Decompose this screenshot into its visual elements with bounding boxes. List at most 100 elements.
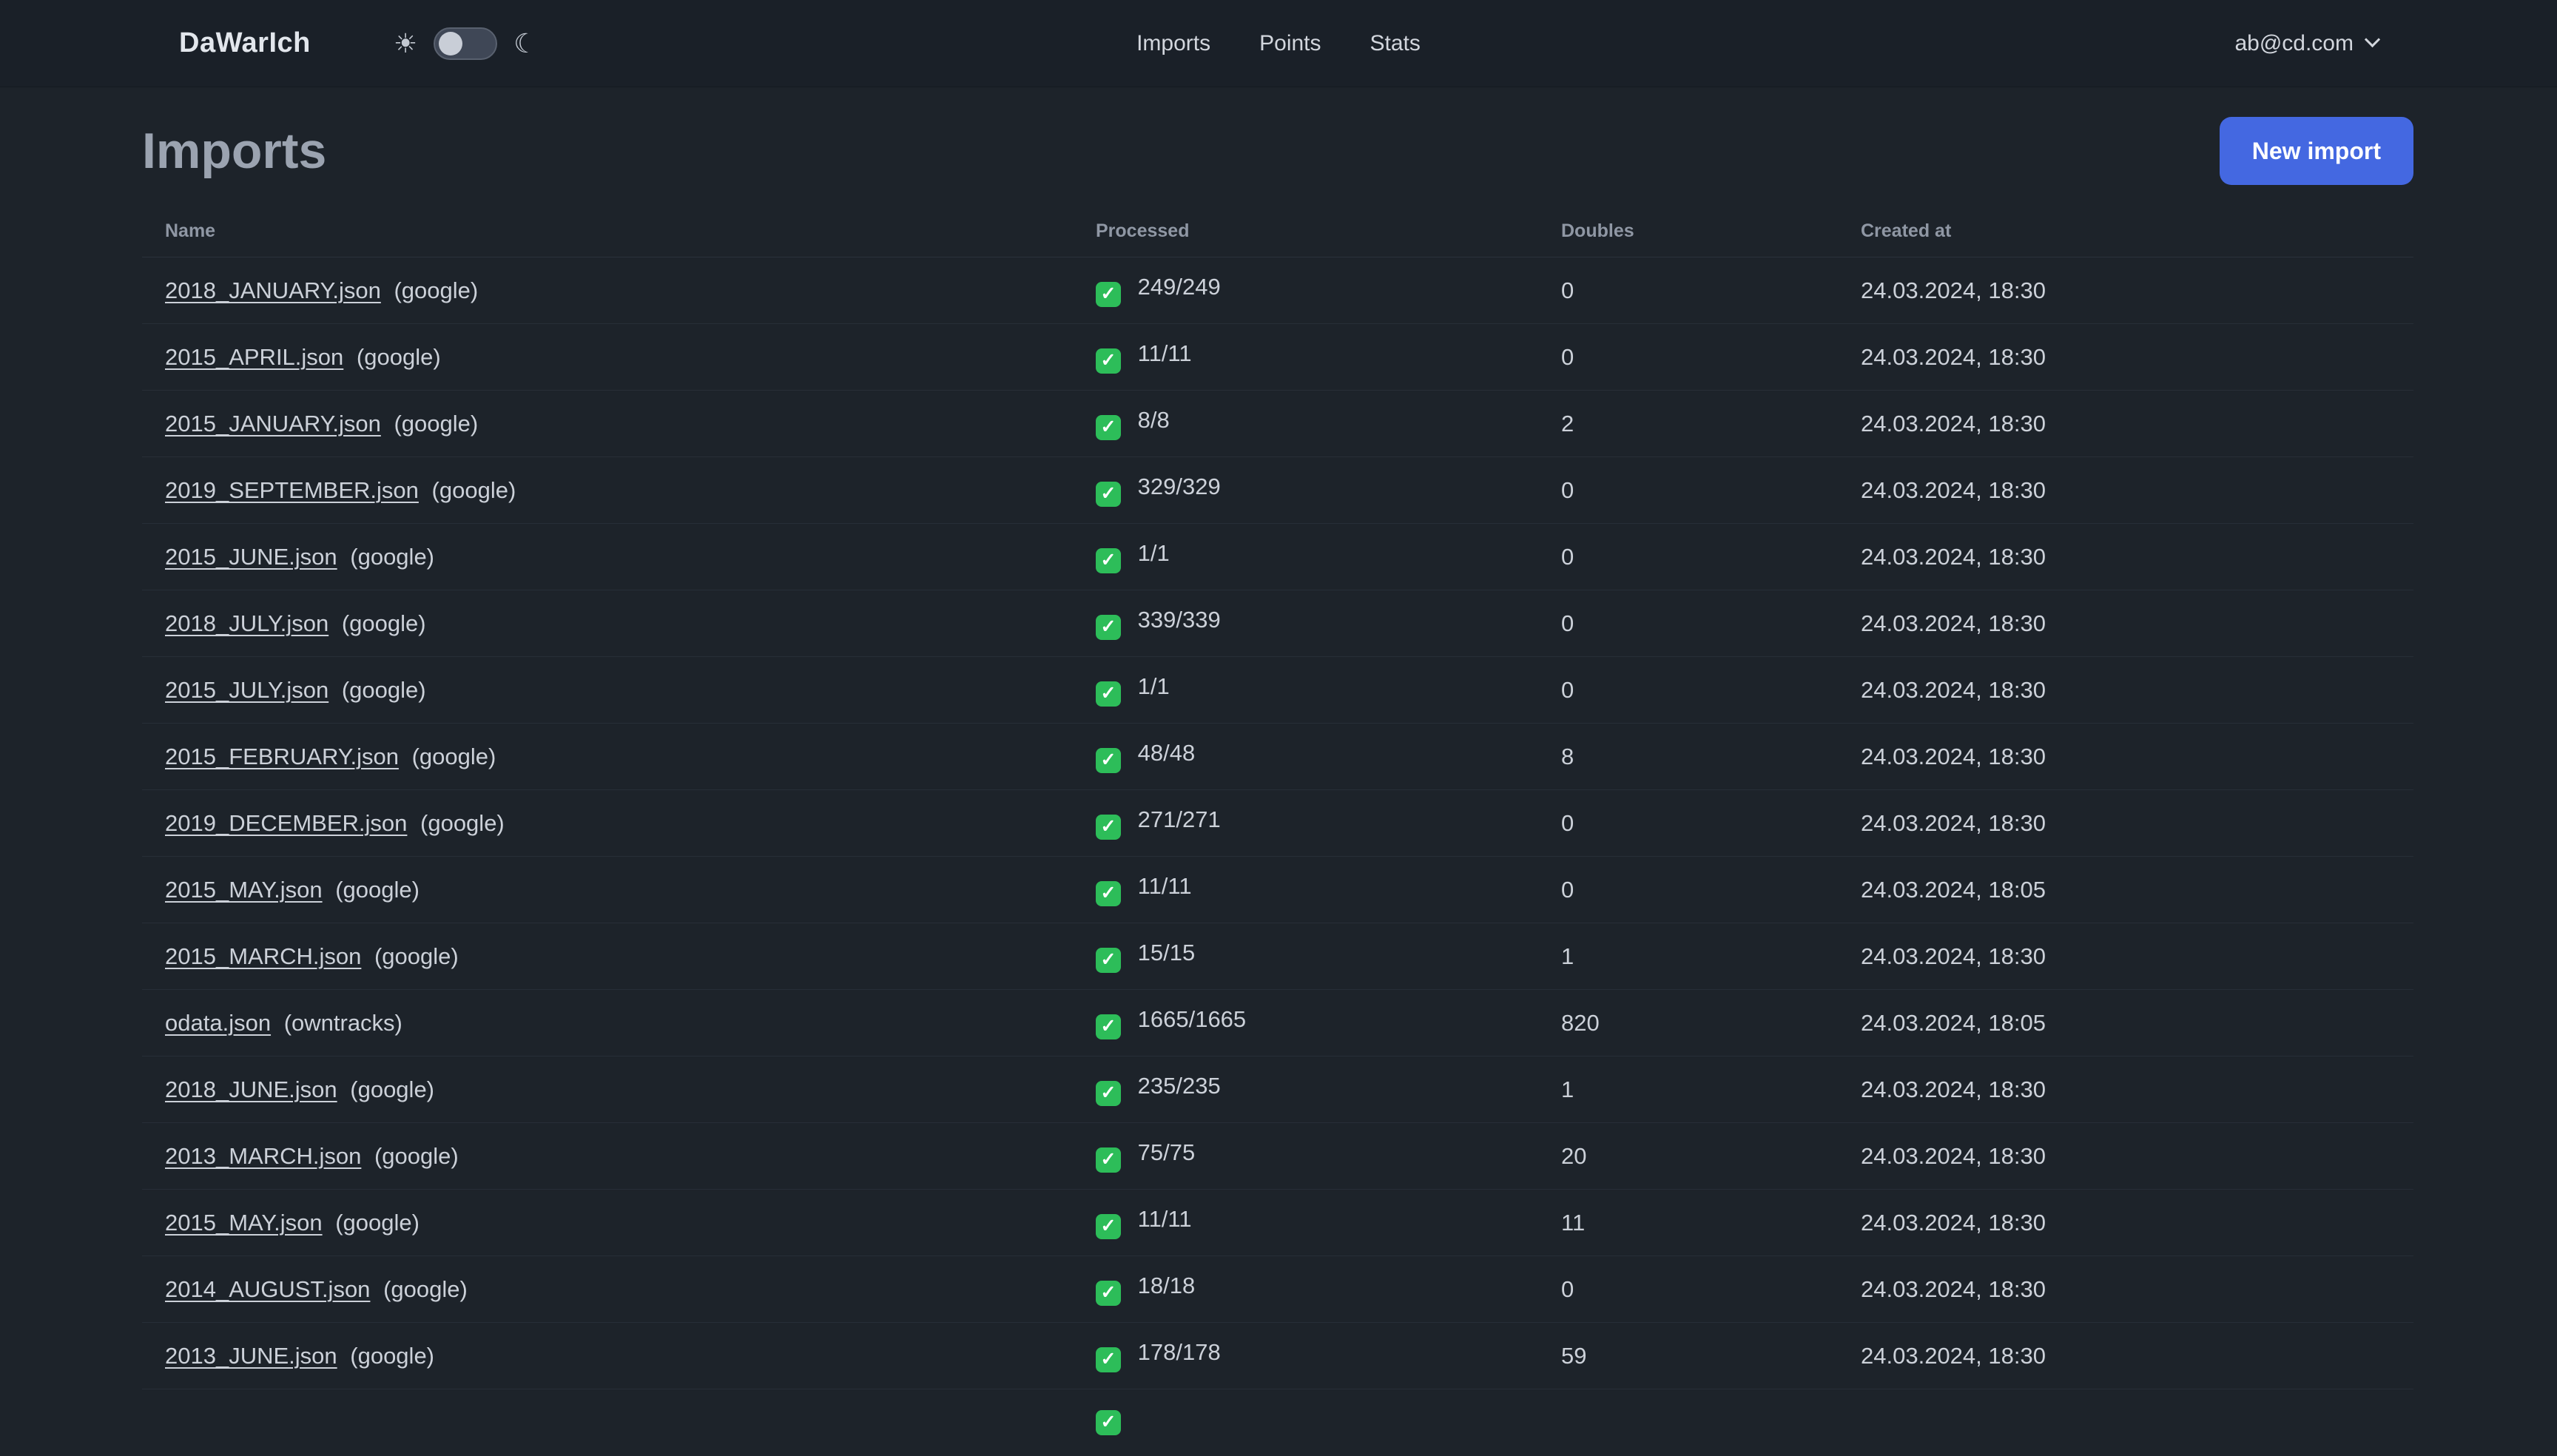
name-cell: 2015_JUNE.json (google) [142, 523, 1073, 590]
processed-count: 18/18 [1137, 1273, 1196, 1299]
doubles-cell: 1 [1538, 923, 1838, 990]
imports-table-overflow: ✓ [142, 1389, 2413, 1456]
processed-cell: ✓ 249/249 [1073, 257, 1538, 324]
processed-count: 339/339 [1137, 607, 1221, 633]
table-row: 2018_JANUARY.json (google) ✓ 249/249 0 2… [142, 257, 2413, 324]
main-nav-links: Imports Points Stats [1136, 31, 1421, 56]
import-file-link[interactable]: 2015_MARCH.json [165, 943, 361, 969]
processed-count: 15/15 [1137, 940, 1196, 966]
created-cell: 24.03.2024, 18:30 [1838, 590, 2413, 657]
table-row: 2015_APRIL.json (google) ✓ 11/11 0 24.03… [142, 323, 2413, 391]
theme-switcher: ☀ ☾ [394, 27, 537, 60]
created-cell: 24.03.2024, 18:05 [1838, 989, 2413, 1056]
header-processed: Processed [1073, 204, 1538, 257]
table-row: 2015_JUNE.json (google) ✓ 1/1 0 24.03.20… [142, 523, 2413, 590]
import-source: (google) [383, 1275, 468, 1302]
doubles-cell: 20 [1538, 1122, 1838, 1190]
created-cell: 24.03.2024, 18:30 [1838, 923, 2413, 990]
check-icon: ✓ [1096, 348, 1121, 374]
import-source: (owntracks) [283, 1009, 402, 1036]
processed-count: 48/48 [1137, 740, 1196, 766]
nav-link-points[interactable]: Points [1259, 31, 1321, 56]
table-row: 2015_FEBRUARY.json (google) ✓ 48/48 8 24… [142, 723, 2413, 790]
import-file-link[interactable]: 2014_AUGUST.json [165, 1276, 370, 1302]
created-cell: 24.03.2024, 18:30 [1838, 1322, 2413, 1389]
created-cell: 24.03.2024, 18:30 [1838, 656, 2413, 724]
created-cell: 24.03.2024, 18:30 [1838, 789, 2413, 857]
check-icon: ✓ [1096, 1147, 1121, 1173]
import-file-link[interactable]: 2013_MARCH.json [165, 1143, 361, 1169]
processed-count: 1665/1665 [1137, 1006, 1247, 1033]
doubles-cell: 0 [1538, 523, 1838, 590]
import-file-link[interactable]: 2019_SEPTEMBER.json [165, 477, 419, 503]
table-row: 2015_MAY.json (google) ✓ 11/11 11 24.03.… [142, 1189, 2413, 1256]
created-cell: 24.03.2024, 18:30 [1838, 1256, 2413, 1323]
check-icon: ✓ [1096, 1347, 1121, 1372]
doubles-cell: 0 [1538, 789, 1838, 857]
name-cell: 2015_APRIL.json (google) [142, 323, 1073, 391]
import-source: (google) [335, 1209, 420, 1236]
import-file-link[interactable]: 2018_JANUARY.json [165, 277, 381, 303]
nav-link-stats[interactable]: Stats [1370, 31, 1421, 56]
partial-next-row: ✓ [142, 1389, 2413, 1456]
processed-cell: ✓ 178/178 [1073, 1322, 1538, 1389]
import-file-link[interactable]: 2015_JANUARY.json [165, 411, 381, 437]
doubles-cell: 0 [1538, 456, 1838, 524]
created-cell: 24.03.2024, 18:30 [1838, 723, 2413, 790]
processed-count: 249/249 [1137, 274, 1221, 300]
import-file-link[interactable]: 2019_DECEMBER.json [165, 810, 407, 836]
check-icon: ✓ [1096, 947, 1121, 973]
import-file-link[interactable]: 2013_JUNE.json [165, 1343, 337, 1369]
import-file-link[interactable]: 2015_MAY.json [165, 1210, 323, 1236]
created-cell: 24.03.2024, 18:30 [1838, 257, 2413, 324]
theme-toggle-knob [439, 31, 463, 55]
processed-cell: ✓ 1665/1665 [1073, 989, 1538, 1056]
table-row: 2019_SEPTEMBER.json (google) ✓ 329/329 0… [142, 456, 2413, 524]
processed-count: 75/75 [1137, 1139, 1196, 1166]
import-source: (google) [350, 543, 435, 570]
import-source: (google) [335, 876, 420, 903]
table-row: 2018_JULY.json (google) ✓ 339/339 0 24.0… [142, 590, 2413, 657]
app-logo[interactable]: DaWarIch [179, 27, 311, 59]
processed-cell: ✓ 11/11 [1073, 1189, 1538, 1256]
processed-count: 1/1 [1137, 673, 1170, 700]
new-import-button[interactable]: New import [2219, 117, 2413, 185]
check-icon: ✓ [1096, 1014, 1121, 1039]
doubles-cell: 11 [1538, 1189, 1838, 1256]
processed-cell: ✓ 75/75 [1073, 1122, 1538, 1190]
name-cell: 2015_MAY.json (google) [142, 1189, 1073, 1256]
doubles-cell: 0 [1538, 590, 1838, 657]
table-row: odata.json (owntracks) ✓ 1665/1665 820 2… [142, 989, 2413, 1056]
name-cell: 2013_JUNE.json (google) [142, 1322, 1073, 1389]
import-file-link[interactable]: 2015_APRIL.json [165, 344, 343, 370]
import-file-link[interactable]: 2015_MAY.json [165, 877, 323, 903]
created-cell: 24.03.2024, 18:30 [1838, 323, 2413, 391]
table-row: 2018_JUNE.json (google) ✓ 235/235 1 24.0… [142, 1056, 2413, 1123]
theme-toggle[interactable] [434, 27, 498, 60]
processed-cell: ✓ 1/1 [1073, 656, 1538, 724]
import-file-link[interactable]: 2018_JUNE.json [165, 1076, 337, 1102]
header-name: Name [142, 204, 1073, 257]
processed-cell: ✓ 329/329 [1073, 456, 1538, 524]
import-file-link[interactable]: 2015_JUNE.json [165, 544, 337, 570]
account-menu[interactable]: ab@cd.com [2234, 31, 2381, 56]
name-cell: 2018_JUNE.json (google) [142, 1056, 1073, 1123]
check-icon: ✓ [1096, 281, 1121, 307]
check-icon: ✓ [1096, 1280, 1121, 1306]
created-cell: 24.03.2024, 18:30 [1838, 1056, 2413, 1123]
page-title: Imports [142, 123, 327, 179]
import-file-link[interactable]: odata.json [165, 1010, 271, 1036]
import-file-link[interactable]: 2015_JULY.json [165, 677, 329, 703]
import-source: (google) [411, 743, 496, 769]
name-cell: odata.json (owntracks) [142, 989, 1073, 1056]
doubles-cell: 8 [1538, 723, 1838, 790]
nav-link-imports[interactable]: Imports [1136, 31, 1210, 56]
table-row: 2013_MARCH.json (google) ✓ 75/75 20 24.0… [142, 1122, 2413, 1190]
processed-count: 11/11 [1137, 340, 1192, 367]
name-cell: 2019_SEPTEMBER.json (google) [142, 456, 1073, 524]
import-file-link[interactable]: 2015_FEBRUARY.json [165, 744, 399, 769]
check-icon: ✓ [1096, 681, 1121, 707]
processed-count: 8/8 [1137, 407, 1170, 434]
import-file-link[interactable]: 2018_JULY.json [165, 610, 329, 636]
import-source: (google) [350, 1342, 435, 1369]
